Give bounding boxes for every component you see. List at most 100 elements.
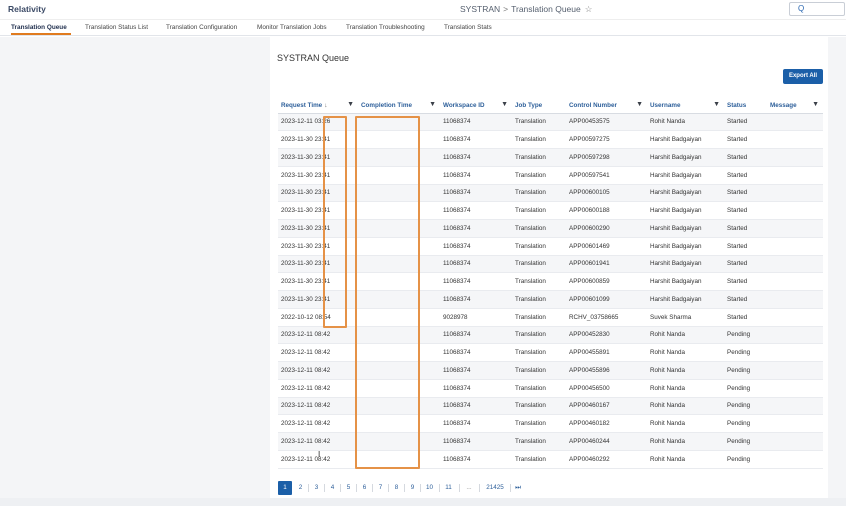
export-all-button[interactable]: Export All (783, 69, 823, 84)
filter-icon[interactable]: ▼ (429, 101, 436, 108)
table-row[interactable]: 2023-11-30 23:41 11068374 Translation APP00… (278, 219, 823, 238)
filter-icon[interactable]: ▼ (636, 101, 643, 108)
cell-message (767, 290, 823, 309)
table-row[interactable]: 2023-12-11 08:42 11068374 Translation APP00… (278, 379, 823, 398)
cell-message (767, 432, 823, 451)
page-button[interactable]: 1 (278, 481, 292, 495)
favorite-star-icon[interactable]: ☆ (585, 4, 593, 14)
table-row[interactable]: 2023-12-11 08:42 11068374 Translation APP00… (278, 397, 823, 416)
cell-username: Rohit Nanda (647, 343, 724, 362)
cell-username: Harshit Badgaiyan (647, 272, 724, 291)
cell-username: Harshit Badgaiyan (647, 201, 724, 220)
cell-completion-time (358, 450, 440, 469)
cell-control-number: APP00601469 (566, 237, 647, 256)
table-row[interactable]: 2023-12-11 08:42 11068374 Translation APP00… (278, 414, 823, 433)
page-button[interactable]: 11 (442, 481, 455, 495)
breadcrumb-parent[interactable]: SYSTRAN (460, 4, 500, 14)
cell-job-type: Translation (512, 432, 566, 451)
page-divider (308, 484, 309, 492)
cell-workspace-id: 11068374 (440, 130, 512, 149)
page-divider (420, 484, 421, 492)
table-row[interactable]: 2023-12-11 08:42 11068374 Translation APP00… (278, 432, 823, 451)
cell-status: Pending (724, 326, 767, 345)
table-row[interactable]: 2023-12-11 08:42 11068374 Translation APP00… (278, 326, 823, 345)
page-divider (324, 484, 325, 492)
tab-translation-troubleshooting[interactable]: Translation Troubleshooting (346, 24, 425, 31)
column-header-workspace-id[interactable]: Workspace ID ▼ (440, 98, 512, 114)
search-input[interactable]: Q (789, 2, 845, 16)
table-row[interactable]: 2023-12-11 08:42 11068374 Translation APP00… (278, 361, 823, 380)
table-header-row: Request Time ↓ ▼ Completion Time ▼ Workspac… (278, 98, 823, 114)
tab-monitor-translation-jobs[interactable]: Monitor Translation Jobs (257, 24, 327, 31)
table-row[interactable]: 2023-12-11 03:26 11068374 Translation APP00… (278, 113, 823, 132)
filter-icon[interactable]: ▼ (347, 101, 354, 108)
cell-completion-time (358, 255, 440, 274)
cell-workspace-id: 11068374 (440, 326, 512, 345)
cell-completion-time (358, 397, 440, 416)
search-icon[interactable]: Q (798, 4, 804, 13)
table-row[interactable]: 2023-11-30 23:41 11068374 Translation APP00… (278, 166, 823, 185)
cell-control-number: APP00601099 (566, 290, 647, 309)
cell-job-type: Translation (512, 130, 566, 149)
cell-completion-time (358, 414, 440, 433)
cell-job-type: Translation (512, 219, 566, 238)
page-button[interactable]: 2 (295, 481, 306, 495)
cell-workspace-id: 11068374 (440, 219, 512, 238)
tab-translation-stats[interactable]: Translation Stats (444, 24, 492, 31)
tab-translation-queue[interactable]: Translation Queue (11, 24, 67, 31)
cell-request-time: 2023-11-30 23:41 (278, 148, 358, 167)
page-button[interactable]: 4 (327, 481, 338, 495)
cell-username: Rohit Nanda (647, 361, 724, 380)
page-divider (356, 484, 357, 492)
table-row[interactable]: 2023-11-30 23:41 11068374 Translation APP00… (278, 130, 823, 149)
column-header-status[interactable]: Status (724, 98, 767, 114)
cell-username: Rohit Nanda (647, 379, 724, 398)
table-row[interactable]: 2023-11-30 23:41 11068374 Translation APP00… (278, 290, 823, 309)
page-button[interactable]: 10 (423, 481, 436, 495)
page-button[interactable]: 8 (391, 481, 402, 495)
table-row[interactable]: 2023-11-30 23:41 11068374 Translation APP00… (278, 255, 823, 274)
sort-descending-icon[interactable]: ↓ (324, 102, 327, 109)
column-header-job-type[interactable]: Job Type (512, 98, 566, 114)
cell-job-type: Translation (512, 272, 566, 291)
table-row[interactable]: 2023-12-11 08:42 11068374 Translation APP00… (278, 343, 823, 362)
table-row[interactable]: 2022-10-12 08:54 9028978 Translation RCHV_0… (278, 308, 823, 327)
filter-icon[interactable]: ▼ (713, 101, 720, 108)
table-row[interactable]: 2023-11-30 23:41 11068374 Translation APP00… (278, 272, 823, 291)
column-header-username[interactable]: Username ▼ (647, 98, 724, 114)
table-row[interactable]: 2023-12-11 08:42 11068374 Translation APP00… (278, 450, 823, 469)
table-row[interactable]: 2023-11-30 23:41 11068374 Translation APP00… (278, 237, 823, 256)
tab-translation-status-list[interactable]: Translation Status List (85, 24, 148, 31)
column-header-request-time[interactable]: Request Time ↓ ▼ (278, 98, 358, 114)
breadcrumb-current: Translation Queue (511, 4, 581, 14)
cell-control-number: APP00455896 (566, 361, 647, 380)
page-button[interactable]: 6 (359, 481, 370, 495)
cell-completion-time (358, 113, 440, 132)
table-row[interactable]: 2023-11-30 23:41 11068374 Translation APP00… (278, 201, 823, 220)
table-row[interactable]: 2023-11-30 23:41 11068374 Translation APP00… (278, 148, 823, 167)
last-page-icon[interactable]: ⏭ (513, 481, 523, 495)
page-button[interactable]: 3 (311, 481, 322, 495)
filter-icon[interactable]: ▼ (501, 101, 508, 108)
cell-control-number: APP00601941 (566, 255, 647, 274)
cell-completion-time (358, 237, 440, 256)
filter-icon[interactable]: ▼ (812, 101, 819, 108)
cell-job-type: Translation (512, 184, 566, 203)
page-button[interactable]: 9 (407, 481, 418, 495)
cell-workspace-id: 11068374 (440, 113, 512, 132)
column-header-completion-time[interactable]: Completion Time ▼ (358, 98, 440, 114)
cell-job-type: Translation (512, 237, 566, 256)
left-gutter (0, 37, 270, 506)
cell-message (767, 397, 823, 416)
tab-translation-configuration[interactable]: Translation Configuration (166, 24, 237, 31)
cell-request-time: 2023-11-30 23:41 (278, 290, 358, 309)
app-brand[interactable]: Relativity (8, 4, 46, 14)
cell-message (767, 414, 823, 433)
column-header-message[interactable]: Message ▼ (767, 98, 823, 114)
column-header-control-number[interactable]: Control Number ▼ (566, 98, 647, 114)
page-button[interactable]: 21425 (483, 481, 507, 495)
cell-control-number: APP00452830 (566, 326, 647, 345)
page-button[interactable]: 7 (375, 481, 386, 495)
page-button[interactable]: 5 (343, 481, 354, 495)
table-row[interactable]: 2023-11-30 23:41 11068374 Translation APP00… (278, 184, 823, 203)
